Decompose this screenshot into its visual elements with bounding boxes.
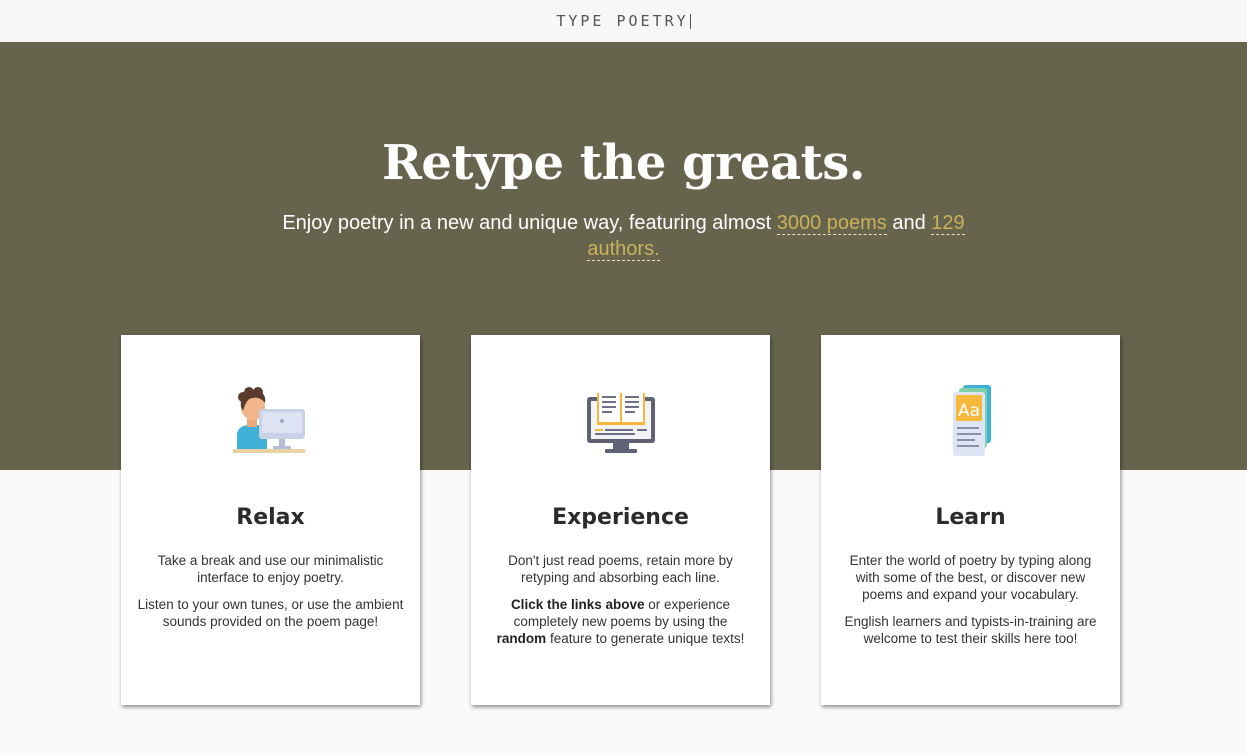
card-paragraph: Don't just read poems, retain more by re… [508,553,733,585]
card-paragraph: Enter the world of poetry by typing alon… [849,553,1092,602]
card-body: Take a break and use our minimalistic in… [137,552,404,640]
feature-card-relax: Relax Take a break and use our minimalis… [121,335,420,705]
card-paragraph: Click the links above or experience comp… [487,596,754,647]
poems-link[interactable]: 3000 poems [776,212,887,235]
card-paragraph: Take a break and use our minimalistic in… [157,553,384,585]
hero-title: Retype the greats. [381,135,866,191]
card-text: feature to generate unique texts! [546,631,745,646]
svg-text:Aa: Aa [958,401,980,421]
feature-card-learn: Aa Learn Enter the world of poetry by ty… [821,335,1120,705]
card-title: Relax [236,505,305,530]
top-bar: TYPE POETRY [0,0,1247,42]
hero-subtitle-mid: and [886,212,932,234]
card-body: Enter the world of poetry by typing alon… [837,552,1104,657]
feature-card-experience: Experience Don't just read poems, retain… [471,335,770,705]
card-title: Experience [552,505,689,530]
hero-subtitle-prefix: Enjoy poetry in a new and unique way, fe… [282,212,777,234]
dictionary-cards-icon: Aa [953,385,991,456]
card-bold-text: random [496,631,547,646]
site-logo[interactable]: TYPE POETRY [556,12,691,30]
person-at-computer-icon [233,387,305,453]
hero-subtitle: Enjoy poetry in a new and unique way, fe… [260,210,987,262]
text-cursor-icon [689,14,691,29]
book-on-monitor-icon [587,391,655,453]
card-paragraph: Listen to your own tunes, or use the amb… [137,597,404,629]
card-title: Learn [935,505,1006,530]
card-paragraph: English learners and typists-in-training… [844,614,1097,646]
card-body: Don't just read poems, retain more by re… [487,552,754,657]
card-bold-text: Click the links above [510,597,645,612]
